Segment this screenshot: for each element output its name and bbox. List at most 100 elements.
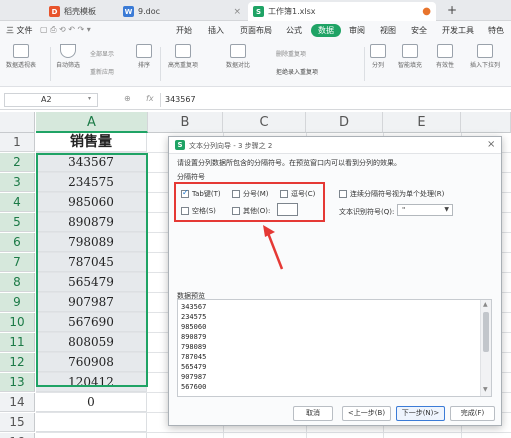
reject-duplicates-button[interactable]: 拒绝录入重复项 (276, 67, 318, 76)
cancel-button[interactable]: 取消 (293, 406, 333, 421)
menu-review[interactable]: 审阅 (349, 25, 365, 36)
row-header[interactable]: 4 (0, 193, 35, 212)
menu-view[interactable]: 视图 (380, 25, 396, 36)
select-all-corner[interactable] (0, 112, 35, 133)
scroll-up-icon[interactable]: ▲ (483, 301, 488, 308)
menu-security[interactable]: 安全 (411, 25, 427, 36)
row-header[interactable]: 2 (0, 153, 35, 172)
checkbox-checked-icon[interactable] (181, 188, 189, 198)
fx-icon[interactable]: fx (146, 94, 154, 103)
table-cell[interactable]: 120412 (36, 373, 147, 392)
column-header-a[interactable]: A (36, 112, 148, 133)
consecutive-delimiters-checkbox[interactable]: 连续分隔符号视为单个处理(R) (339, 189, 444, 199)
menu-developer[interactable]: 开发工具 (442, 25, 474, 36)
row-header[interactable]: 9 (0, 293, 35, 312)
new-tab-plus-icon[interactable]: + (447, 3, 457, 17)
checkbox-icon[interactable] (339, 190, 347, 198)
tab-workbook[interactable]: S 工作簿1.xlsx ● (248, 2, 436, 21)
remove-duplicates-button[interactable]: 删除重复项 (276, 49, 306, 58)
dialog-title-bar[interactable]: S 文本分列向导 - 3 步骤之 2 × (169, 137, 501, 154)
finish-button[interactable]: 完成(F) (450, 406, 495, 421)
checkbox-icon[interactable] (280, 190, 288, 198)
column-header-d[interactable]: D (306, 112, 383, 133)
table-cell[interactable]: 567690 (36, 313, 147, 332)
checkbox-icon[interactable] (181, 207, 189, 215)
column-header-c[interactable]: C (223, 112, 306, 133)
table-cell[interactable]: 890879 (36, 213, 147, 232)
menu-formulas[interactable]: 公式 (286, 25, 302, 36)
menu-insert[interactable]: 插入 (208, 25, 224, 36)
data-compare-button[interactable]: 数据对比 (226, 44, 250, 69)
close-icon[interactable]: × (487, 139, 495, 150)
text-qualifier-select[interactable]: " ▼ (397, 204, 453, 216)
row-header[interactable]: 5 (0, 213, 35, 232)
row-header[interactable]: 13 (0, 373, 35, 392)
back-button[interactable]: <上一步(B) (342, 406, 391, 421)
smart-fill-button[interactable]: 智能填充 (398, 44, 422, 69)
table-cell[interactable]: 907987 (36, 293, 147, 312)
tab-doc-file[interactable]: W 9.doc × (118, 2, 246, 21)
menu-special[interactable]: 特色 (488, 25, 504, 36)
highlight-duplicates-button[interactable]: 高亮重复项 (168, 44, 198, 69)
scroll-thumb[interactable] (483, 312, 489, 352)
table-cell[interactable]: 787045 (36, 253, 147, 272)
menu-page-layout[interactable]: 页面布局 (240, 25, 272, 36)
checkbox-icon[interactable] (232, 207, 240, 215)
table-cell[interactable]: 808059 (36, 333, 147, 352)
row-header[interactable]: 7 (0, 253, 35, 272)
filter-icon (60, 44, 76, 58)
table-cell[interactable]: 0 (36, 393, 147, 412)
other-delimiter-input[interactable] (277, 203, 298, 216)
table-cell[interactable]: 798089 (36, 233, 147, 252)
table-cell[interactable] (36, 413, 147, 432)
table-cell[interactable]: 985060 (36, 193, 147, 212)
other-checkbox[interactable]: 其他(O): (232, 206, 270, 216)
header-cell[interactable]: 销售量 (36, 133, 147, 152)
table-cell[interactable] (36, 433, 147, 438)
next-button[interactable]: 下一步(N)> (396, 406, 445, 421)
name-box[interactable]: A2 (4, 93, 98, 107)
column-header-b[interactable]: B (148, 112, 223, 133)
space-checkbox[interactable]: 空格(S) (181, 206, 216, 216)
row-header[interactable]: 3 (0, 173, 35, 192)
table-cell[interactable]: 565479 (36, 273, 147, 292)
zoom-search-icon[interactable]: ⊕ (124, 94, 131, 103)
row-header[interactable]: 11 (0, 333, 35, 352)
column-header-f[interactable] (461, 112, 511, 133)
column-header-e[interactable]: E (383, 112, 461, 133)
menu-file[interactable]: 三 文件 (6, 25, 33, 36)
row-header[interactable]: 6 (0, 233, 35, 252)
quick-access-icons[interactable]: ▢ ⎙ ⟲ ↶ ↷ ▾ (40, 25, 91, 35)
preview-scrollbar[interactable]: ▲ ▼ (480, 300, 491, 396)
table-cell[interactable]: 234575 (36, 173, 147, 192)
menu-data[interactable]: 数据 (311, 24, 341, 37)
table-cell[interactable]: 343567 (36, 153, 147, 172)
formula-input[interactable]: 343567 (160, 93, 508, 107)
table-cell[interactable]: 760908 (36, 353, 147, 372)
semicolon-checkbox[interactable]: 分号(M) (232, 189, 269, 199)
row-header[interactable]: 10 (0, 313, 35, 332)
tab-docer-templates[interactable]: D 稻壳模板 (44, 2, 116, 21)
validity-button[interactable]: 有效性 (436, 44, 454, 69)
row-header[interactable]: 1 (0, 133, 35, 152)
insert-dropdown-button[interactable]: 插入下拉列 (470, 44, 500, 69)
row-header[interactable]: 15 (0, 413, 35, 432)
data-preview-pane[interactable]: 343567 234575 985060 890879 798089 787045 5654… (177, 299, 492, 397)
show-all-button[interactable]: 全部显示 (90, 49, 114, 58)
sort-button[interactable]: 排序 (136, 44, 152, 69)
menu-home[interactable]: 开始 (176, 25, 192, 36)
row-header[interactable]: 16 (0, 433, 35, 438)
row-header[interactable]: 8 (0, 273, 35, 292)
row-header[interactable]: 14 (0, 393, 35, 412)
scroll-down-icon[interactable]: ▼ (483, 386, 488, 393)
reapply-button[interactable]: 重新应用 (90, 67, 114, 76)
checkbox-icon[interactable] (232, 190, 240, 198)
close-tab-icon[interactable]: × (233, 7, 241, 17)
auto-filter-button[interactable]: 自动筛选 (56, 44, 80, 69)
row-header[interactable]: 12 (0, 353, 35, 372)
comma-checkbox[interactable]: 逗号(C) (280, 189, 315, 199)
pivot-table-button[interactable]: 数据透视表 (6, 44, 36, 69)
split-columns-button[interactable]: 分列 (370, 44, 386, 69)
tab-checkbox[interactable]: Tab键(T) (181, 188, 221, 199)
name-box-dropdown-icon[interactable]: ▾ (88, 95, 91, 102)
